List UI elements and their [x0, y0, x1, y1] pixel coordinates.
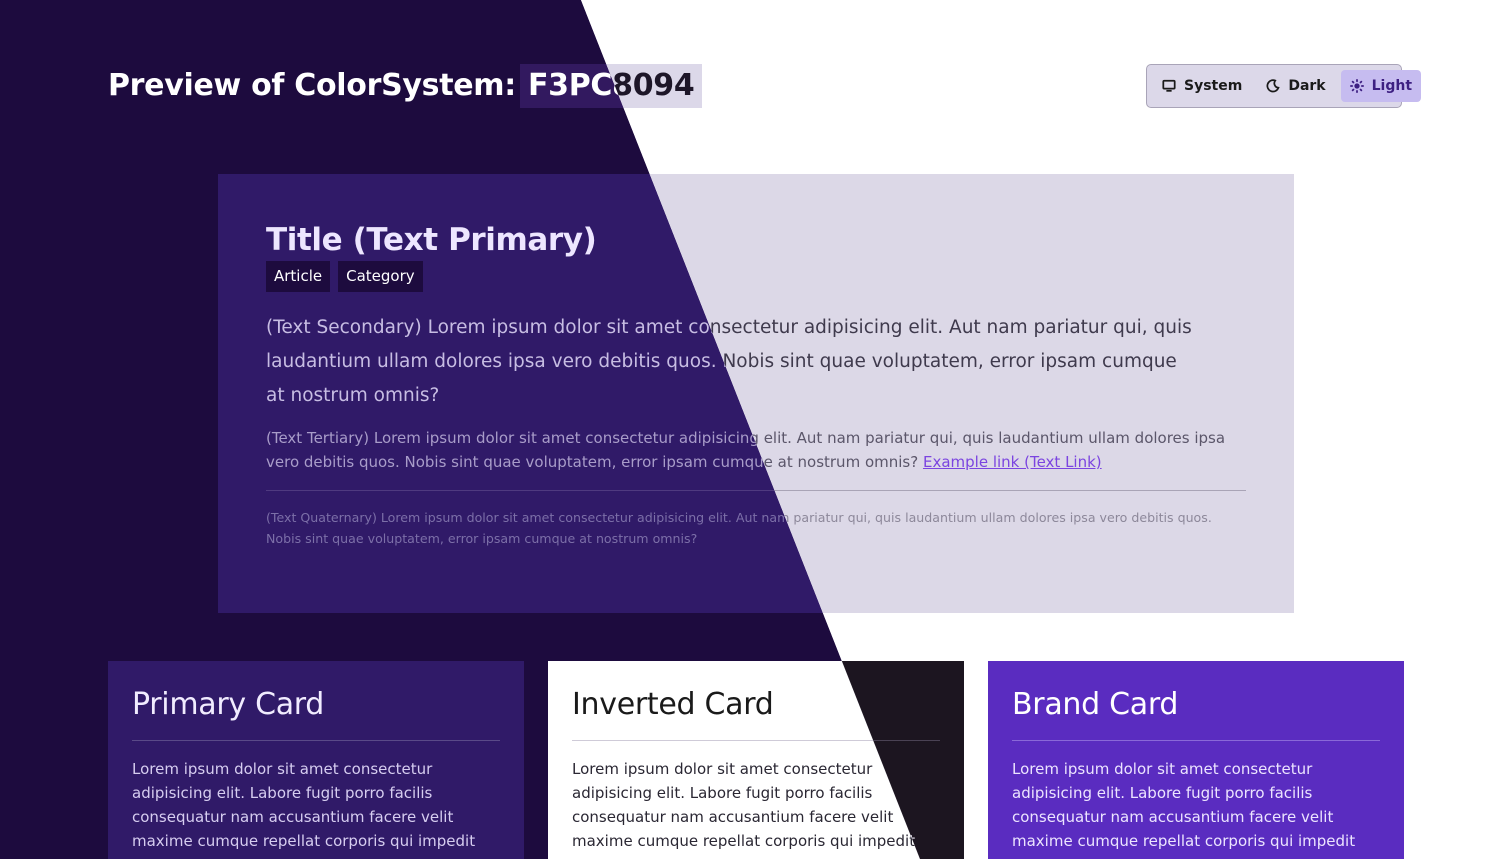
example-link[interactable]: Example link (Text Link): [923, 453, 1102, 471]
tag-article[interactable]: Article: [266, 261, 331, 292]
article-title: Title (Text Primary): [266, 222, 597, 258]
page-title-text: Preview of ColorSystem:: [108, 68, 516, 103]
brand-card-body: Lorem ipsum dolor sit amet consectetur a…: [1012, 760, 1356, 850]
theme-option-dark[interactable]: Dark: [1257, 70, 1334, 102]
card-divider: [132, 740, 500, 741]
primary-card-title: Primary Card: [132, 687, 325, 722]
theme-option-label: Light: [1371, 78, 1413, 94]
monitor-icon: [1162, 79, 1176, 93]
brand-card-title: Brand Card: [1012, 687, 1179, 722]
theme-option-label: System: [1184, 78, 1243, 94]
moon-icon: [1266, 79, 1280, 93]
tag-list: Article Category: [266, 261, 423, 292]
inverted-card-title: Inverted Card: [572, 687, 774, 722]
card-divider: [1012, 740, 1380, 741]
brand-card: Brand Card Lorem ipsum dolor sit amet co…: [988, 661, 1404, 859]
primary-card-body: Lorem ipsum dolor sit amet consectetur a…: [132, 760, 476, 850]
primary-card: Primary Card Lorem ipsum dolor sit amet …: [108, 661, 524, 859]
tag-category[interactable]: Category: [338, 261, 423, 292]
theme-option-light[interactable]: Light: [1340, 70, 1422, 102]
sun-icon: [1349, 79, 1364, 93]
theme-switcher: System Dark Light: [1146, 64, 1422, 108]
theme-option-system[interactable]: System: [1153, 70, 1251, 102]
theme-option-label: Dark: [1288, 78, 1326, 94]
